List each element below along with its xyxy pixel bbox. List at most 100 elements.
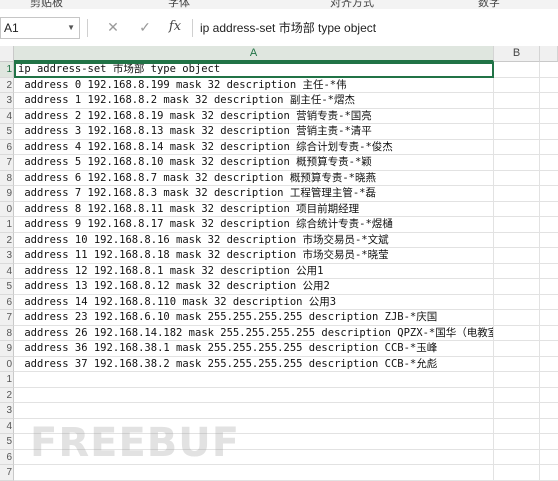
cell-c[interactable] (540, 326, 558, 341)
cell-c[interactable] (540, 140, 558, 155)
row-header[interactable]: 1 (0, 372, 14, 388)
cell-c[interactable] (540, 171, 558, 186)
chevron-down-icon[interactable]: ▼ (67, 18, 75, 38)
cell-a[interactable]: address 11 192.168.8.18 mask 32 descript… (14, 248, 494, 264)
cell-c[interactable] (540, 109, 558, 124)
cell-c[interactable] (540, 310, 558, 326)
column-header-b[interactable]: B (494, 46, 540, 62)
row-header[interactable]: 0 (0, 201, 14, 217)
cell-c[interactable] (540, 186, 558, 202)
cell-a[interactable]: address 7 192.168.8.3 mask 32 descriptio… (14, 186, 494, 202)
cell-c[interactable] (540, 295, 558, 310)
cell-b[interactable] (494, 325, 540, 341)
cell-b[interactable] (494, 248, 540, 264)
row-header[interactable]: 6 (0, 139, 14, 155)
row-header[interactable]: 3 (0, 93, 14, 109)
cell-a[interactable]: address 23 192.168.6.10 mask 255.255.255… (14, 310, 494, 326)
cell-a[interactable]: address 5 192.168.8.10 mask 32 descripti… (14, 155, 494, 171)
cell-c[interactable] (540, 372, 558, 388)
cell-a[interactable]: address 0 192.168.8.199 mask 32 descript… (14, 77, 494, 93)
cell-b[interactable] (494, 93, 540, 109)
cell-b[interactable] (494, 201, 540, 217)
row-header[interactable]: 9 (0, 186, 14, 202)
cell-b[interactable] (494, 465, 540, 481)
cell-b[interactable] (494, 310, 540, 326)
row-header[interactable]: 3 (0, 248, 14, 264)
row-header[interactable]: 5 (0, 434, 14, 450)
name-box[interactable]: A1 ▼ (0, 17, 80, 39)
cell-c[interactable] (540, 217, 558, 233)
cell-c[interactable] (540, 388, 558, 403)
cell-b[interactable] (494, 279, 540, 295)
cell-c[interactable] (540, 202, 558, 217)
cell-a[interactable]: address 10 192.168.8.16 mask 32 descript… (14, 232, 494, 248)
row-header[interactable]: 1 (0, 62, 14, 78)
cell-c[interactable] (540, 357, 558, 372)
cell-a[interactable]: address 1 192.168.8.2 mask 32 descriptio… (14, 93, 494, 109)
cell-b[interactable] (494, 124, 540, 140)
row-header[interactable]: 6 (0, 449, 14, 465)
cell-c[interactable] (540, 93, 558, 109)
row-header[interactable]: 9 (0, 341, 14, 357)
cell-a[interactable]: address 14 192.168.8.110 mask 32 descrip… (14, 294, 494, 310)
cell-a[interactable]: address 37 192.168.38.2 mask 255.255.255… (14, 356, 494, 372)
cell-a[interactable] (14, 465, 494, 481)
row-header[interactable]: 5 (0, 279, 14, 295)
cell-b[interactable] (494, 372, 540, 388)
cell-c[interactable] (540, 465, 558, 481)
cell-a[interactable]: address 6 192.168.8.7 mask 32 descriptio… (14, 170, 494, 186)
enter-icon[interactable]: ✓ (136, 17, 154, 37)
row-header[interactable]: 8 (0, 325, 14, 341)
cell-a[interactable]: ip address-set 市场部 type object (14, 62, 494, 78)
row-header[interactable]: 0 (0, 356, 14, 372)
cell-b[interactable] (494, 434, 540, 450)
formula-input[interactable]: ip address-set 市场部 type object (200, 17, 555, 39)
cell-a[interactable]: address 26 192.168.14.182 mask 255.255.2… (14, 325, 494, 341)
cell-c[interactable] (540, 62, 558, 78)
cell-b[interactable] (494, 139, 540, 155)
cell-b[interactable] (494, 403, 540, 419)
row-header[interactable]: 2 (0, 232, 14, 248)
cell-b[interactable] (494, 418, 540, 434)
cell-c[interactable] (540, 434, 558, 450)
cell-a[interactable] (14, 387, 494, 403)
row-header[interactable]: 5 (0, 124, 14, 140)
cell-b[interactable] (494, 62, 540, 78)
row-header[interactable]: 7 (0, 465, 14, 481)
cell-a[interactable]: address 13 192.168.8.12 mask 32 descript… (14, 279, 494, 295)
row-header[interactable]: 2 (0, 77, 14, 93)
cell-b[interactable] (494, 356, 540, 372)
row-header[interactable]: 6 (0, 294, 14, 310)
cell-b[interactable] (494, 449, 540, 465)
cell-c[interactable] (540, 124, 558, 140)
row-header[interactable]: 1 (0, 217, 14, 233)
row-header[interactable]: 4 (0, 108, 14, 124)
cell-a[interactable]: address 8 192.168.8.11 mask 32 descripti… (14, 201, 494, 217)
cell-a[interactable] (14, 372, 494, 388)
cell-c[interactable] (540, 264, 558, 279)
cell-b[interactable] (494, 155, 540, 171)
cell-b[interactable] (494, 217, 540, 233)
cell-c[interactable] (540, 248, 558, 264)
row-header[interactable]: 7 (0, 155, 14, 171)
cell-b[interactable] (494, 341, 540, 357)
cell-a[interactable]: address 12 192.168.8.1 mask 32 descripti… (14, 263, 494, 279)
cell-a[interactable]: address 2 192.168.8.19 mask 32 descripti… (14, 108, 494, 124)
row-header[interactable]: 8 (0, 170, 14, 186)
cell-c[interactable] (540, 155, 558, 171)
cell-a[interactable]: address 9 192.168.8.17 mask 32 descripti… (14, 217, 494, 233)
cell-c[interactable] (540, 78, 558, 93)
cell-c[interactable] (540, 403, 558, 419)
cell-a[interactable] (14, 403, 494, 419)
select-all-corner[interactable] (0, 46, 14, 62)
row-header[interactable]: 4 (0, 263, 14, 279)
row-header[interactable]: 3 (0, 403, 14, 419)
cell-b[interactable] (494, 387, 540, 403)
cell-b[interactable] (494, 186, 540, 202)
row-header[interactable]: 7 (0, 310, 14, 326)
cell-b[interactable] (494, 263, 540, 279)
cell-b[interactable] (494, 232, 540, 248)
cell-c[interactable] (540, 419, 558, 434)
cell-b[interactable] (494, 294, 540, 310)
cell-a[interactable]: address 4 192.168.8.14 mask 32 descripti… (14, 139, 494, 155)
